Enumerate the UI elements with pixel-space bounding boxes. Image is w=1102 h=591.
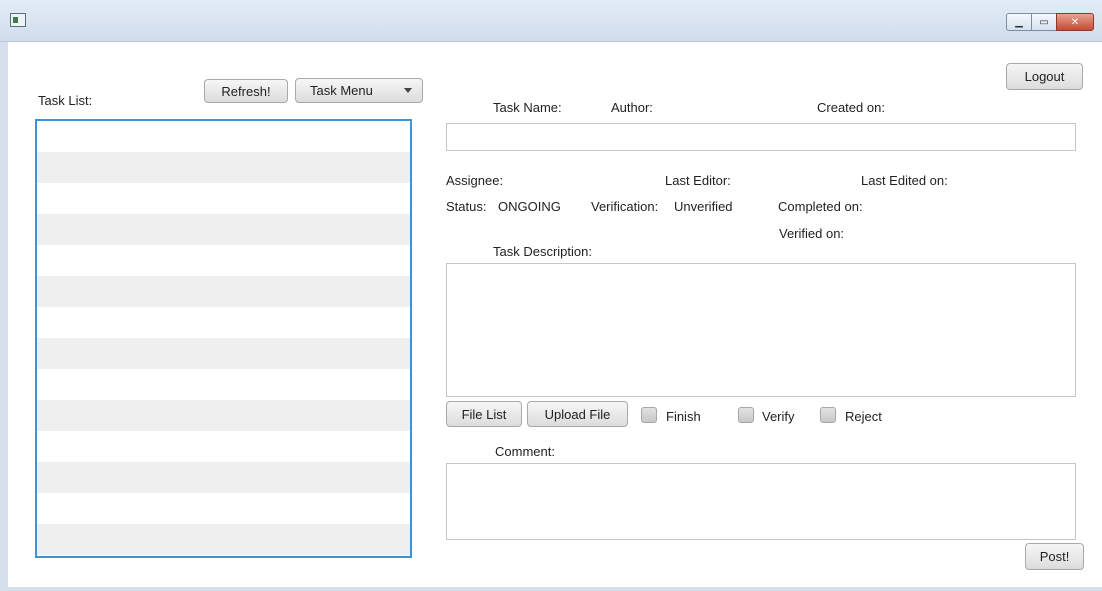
list-item[interactable] [37, 152, 410, 183]
list-item[interactable] [37, 524, 410, 555]
comment-label: Comment: [495, 444, 555, 459]
status-label: Status: [446, 199, 487, 214]
author-label: Author: [611, 100, 653, 115]
task-menu-label: Task Menu [310, 83, 373, 98]
task-description-label: Task Description: [493, 244, 592, 259]
status-value: ONGOING [498, 199, 561, 214]
app-icon [10, 13, 26, 27]
chevron-down-icon [404, 88, 412, 93]
last-edited-on-label: Last Edited on: [861, 173, 948, 188]
reject-checkbox[interactable] [820, 407, 836, 423]
task-name-field[interactable] [446, 123, 1076, 151]
list-item[interactable] [37, 369, 410, 400]
list-item[interactable] [37, 400, 410, 431]
task-list[interactable] [35, 119, 412, 558]
close-icon[interactable]: ✕ [1056, 13, 1094, 31]
window-frame-bottom [0, 587, 1102, 591]
list-item[interactable] [37, 276, 410, 307]
reject-label[interactable]: Reject [845, 409, 882, 424]
list-item[interactable] [37, 121, 410, 152]
file-list-button[interactable]: File List [446, 401, 522, 427]
completed-on-label: Completed on: [778, 199, 863, 214]
finish-label[interactable]: Finish [666, 409, 701, 424]
logout-button[interactable]: Logout [1006, 63, 1083, 90]
verification-value: Unverified [674, 199, 733, 214]
list-item[interactable] [37, 245, 410, 276]
verify-label[interactable]: Verify [762, 409, 795, 424]
post-button[interactable]: Post! [1025, 543, 1084, 570]
maximize-icon[interactable]: ▭ [1031, 13, 1057, 31]
refresh-button[interactable]: Refresh! [204, 79, 288, 103]
comment-field[interactable] [446, 463, 1076, 540]
task-list-label: Task List: [38, 93, 93, 108]
minimize-icon[interactable]: ▁ [1006, 13, 1032, 31]
upload-file-button[interactable]: Upload File [527, 401, 628, 427]
list-item[interactable] [37, 431, 410, 462]
verify-checkbox[interactable] [738, 407, 754, 423]
finish-checkbox[interactable] [641, 407, 657, 423]
list-item[interactable] [37, 338, 410, 369]
list-item[interactable] [37, 307, 410, 338]
verification-label: Verification: [591, 199, 659, 214]
title-bar: ▁ ▭ ✕ [0, 0, 1102, 42]
window-frame-left [0, 42, 8, 591]
assignee-label: Assignee: [446, 173, 504, 188]
list-item[interactable] [37, 214, 410, 245]
list-item[interactable] [37, 462, 410, 493]
verified-on-label: Verified on: [779, 226, 845, 241]
created-on-label: Created on: [817, 100, 885, 115]
task-description-field[interactable] [446, 263, 1076, 397]
window-controls: ▁ ▭ ✕ [1006, 13, 1094, 31]
list-item[interactable] [37, 183, 410, 214]
last-editor-label: Last Editor: [665, 173, 731, 188]
task-name-label: Task Name: [493, 100, 562, 115]
list-item[interactable] [37, 493, 410, 524]
task-menu-dropdown[interactable]: Task Menu [295, 78, 423, 103]
